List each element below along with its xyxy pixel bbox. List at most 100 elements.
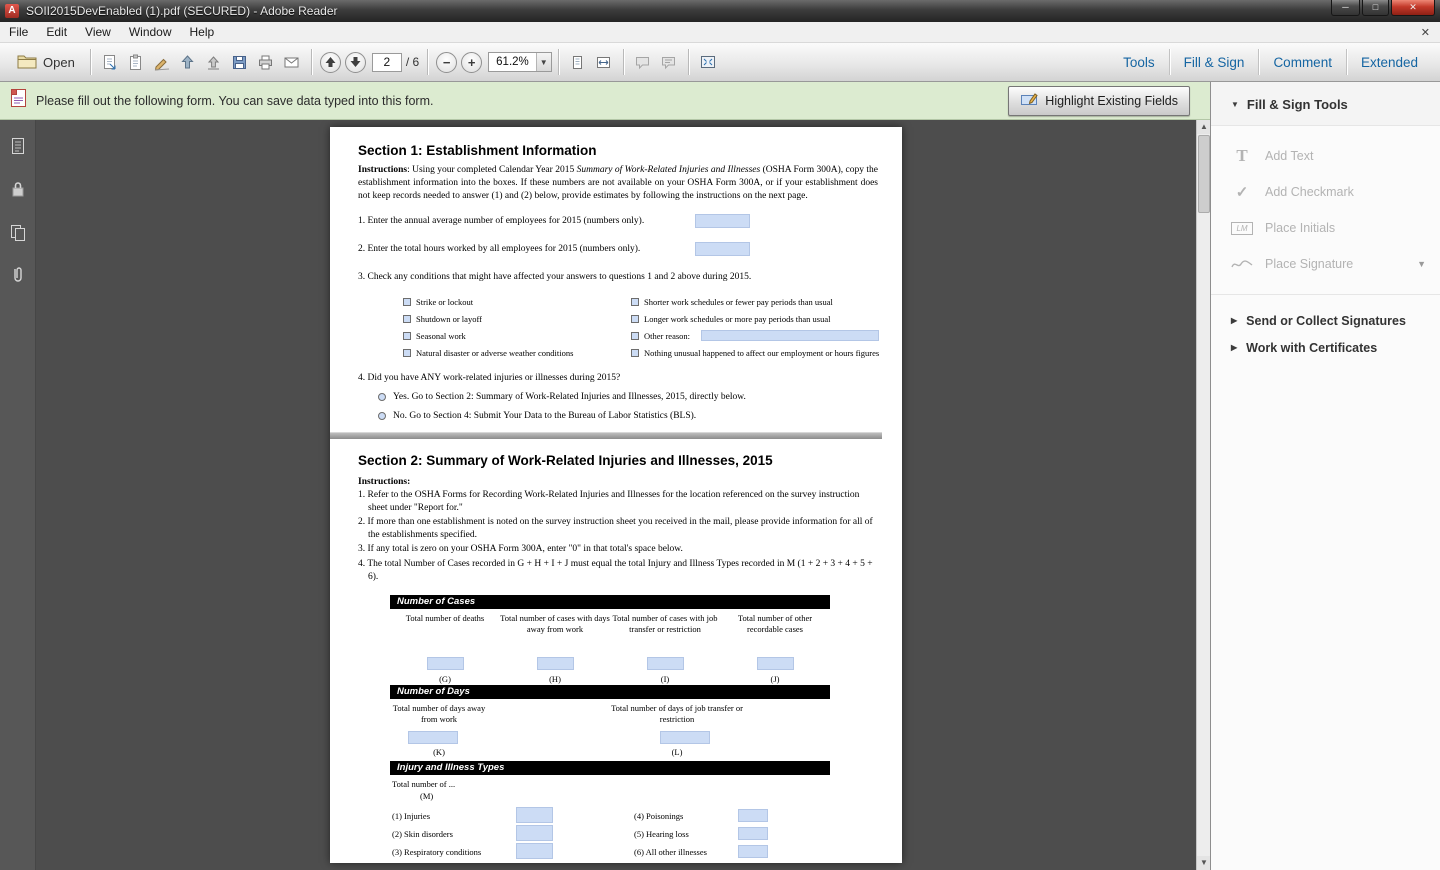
minimize-button[interactable]: ─ — [1331, 0, 1360, 16]
radio-no-row[interactable]: No. Go to Section 4: Submit Your Data to… — [378, 411, 878, 421]
place-signature-dropdown-icon[interactable]: ▼ — [1417, 259, 1426, 269]
days-transfer-label: Total number of days of job transfer or … — [602, 703, 752, 725]
checkbox-icon[interactable] — [631, 349, 639, 357]
tab-fill-sign[interactable]: Fill & Sign — [1170, 43, 1259, 81]
maximize-button[interactable]: □ — [1362, 0, 1389, 16]
days-away-cases-field[interactable] — [537, 657, 574, 670]
injuries-field[interactable] — [516, 807, 553, 823]
menu-view[interactable]: View — [76, 23, 120, 41]
export-pdf-icon[interactable] — [97, 49, 123, 75]
checkbox-label: Other reason: — [644, 331, 690, 341]
tab-tools[interactable]: Tools — [1109, 43, 1169, 81]
page-total-label: / 6 — [406, 55, 419, 69]
tool-label: Add Checkmark — [1265, 185, 1354, 199]
place-initials-tool[interactable]: LM Place Initials — [1211, 210, 1440, 246]
checkbox-seasonal-work[interactable]: Seasonal work — [403, 330, 631, 341]
zoom-in-button[interactable]: + — [461, 52, 482, 73]
checkbox-natural-disaster[interactable]: Natural disaster or adverse weather cond… — [403, 347, 631, 358]
page-number-input[interactable]: 2 — [372, 53, 402, 72]
print-icon[interactable] — [253, 49, 279, 75]
send-or-collect-signatures-link[interactable]: ▶ Send or Collect Signatures — [1211, 307, 1440, 334]
checkbox-icon[interactable] — [403, 298, 411, 306]
zoom-out-button[interactable]: − — [436, 52, 457, 73]
previous-page-button[interactable] — [320, 52, 341, 73]
checkbox-icon[interactable] — [403, 332, 411, 340]
close-document-icon[interactable]: ✕ — [1421, 26, 1430, 39]
vertical-scrollbar[interactable]: ▲ ▼ — [1196, 120, 1210, 870]
annual-average-employees-field[interactable] — [695, 214, 750, 228]
checkbox-longer-work-schedules[interactable]: Longer work schedules or more pay period… — [631, 313, 879, 324]
days-transfer-field[interactable] — [660, 731, 710, 744]
checkbox-other-reason[interactable]: Other reason: — [631, 330, 879, 341]
place-signature-tool[interactable]: Place Signature ▼ — [1211, 246, 1440, 282]
notification-message: Please fill out the following form. You … — [36, 94, 433, 108]
checkbox-icon[interactable] — [631, 315, 639, 323]
clipboard-icon[interactable] — [123, 49, 149, 75]
highlight-existing-fields-button[interactable]: Highlight Existing Fields — [1008, 86, 1190, 116]
zoom-level-select[interactable]: 61.2% ▼ — [488, 52, 552, 72]
other-reason-field[interactable] — [701, 330, 879, 341]
zoom-dropdown-icon[interactable]: ▼ — [536, 53, 551, 71]
menu-file[interactable]: File — [0, 23, 37, 41]
security-lock-icon[interactable] — [0, 172, 36, 206]
number-of-cases-section: Total number of deaths (G) Total number … — [390, 609, 830, 685]
fullscreen-icon[interactable] — [695, 49, 721, 75]
other-recordable-cases-column: Total number of other recordable cases (… — [720, 609, 830, 685]
skin-disorders-field[interactable] — [516, 825, 553, 841]
radio-yes-icon[interactable] — [378, 393, 386, 401]
open-folder-icon — [17, 53, 37, 72]
checkbox-icon[interactable] — [403, 315, 411, 323]
tab-comment[interactable]: Comment — [1259, 43, 1346, 81]
radio-yes-row[interactable]: Yes. Go to Section 2: Summary of Work-Re… — [378, 392, 878, 402]
hearing-loss-field[interactable] — [738, 827, 768, 840]
sign-pen-icon[interactable] — [149, 49, 175, 75]
instruction-item: 1. Refer to the OSHA Forms for Recording… — [358, 489, 878, 514]
page-thumbnails-icon[interactable] — [0, 129, 36, 163]
checkbox-icon[interactable] — [403, 349, 411, 357]
other-recordable-cases-field[interactable] — [757, 657, 794, 670]
add-text-tool[interactable]: T Add Text — [1211, 138, 1440, 174]
link-label: Send or Collect Signatures — [1246, 314, 1406, 328]
open-button[interactable]: Open — [8, 49, 84, 76]
radio-no-icon[interactable] — [378, 412, 386, 420]
pages-icon[interactable] — [0, 215, 36, 249]
respiratory-conditions-field[interactable] — [516, 843, 553, 859]
menu-window[interactable]: Window — [120, 23, 181, 41]
close-button[interactable]: ✕ — [1391, 0, 1435, 16]
scroll-up-icon[interactable]: ▲ — [1197, 120, 1210, 134]
total-hours-worked-field[interactable] — [695, 242, 750, 256]
menu-edit[interactable]: Edit — [37, 23, 76, 41]
highlight-text-icon[interactable] — [656, 49, 682, 75]
save-icon[interactable] — [227, 49, 253, 75]
menu-help[interactable]: Help — [181, 23, 224, 41]
fill-sign-tools-header[interactable]: ▼ Fill & Sign Tools — [1211, 82, 1440, 126]
email-icon[interactable] — [279, 49, 305, 75]
job-transfer-cases-field[interactable] — [647, 657, 684, 670]
sticky-note-icon[interactable] — [630, 49, 656, 75]
deaths-column: Total number of deaths (G) — [390, 609, 500, 685]
section2-title: Section 2: Summary of Work-Related Injur… — [358, 439, 878, 468]
upload-icon[interactable] — [201, 49, 227, 75]
checkbox-shorter-work-schedules[interactable]: Shorter work schedules or fewer pay peri… — [631, 296, 879, 307]
pdf-page: Section 1: Establishment Information Ins… — [330, 127, 902, 863]
checkbox-icon[interactable] — [631, 332, 639, 340]
days-away-field[interactable] — [408, 731, 458, 744]
all-other-illnesses-field[interactable] — [738, 845, 768, 858]
scroll-down-icon[interactable]: ▼ — [1197, 856, 1210, 870]
work-with-certificates-link[interactable]: ▶ Work with Certificates — [1211, 334, 1440, 361]
checkbox-strike-or-lockout[interactable]: Strike or lockout — [403, 296, 631, 307]
fit-width-icon[interactable] — [591, 49, 617, 75]
next-page-button[interactable] — [345, 52, 366, 73]
checkbox-icon[interactable] — [631, 298, 639, 306]
tab-extended[interactable]: Extended — [1347, 43, 1432, 81]
question1-text: 1. Enter the annual average number of em… — [358, 216, 644, 226]
checkbox-nothing-unusual[interactable]: Nothing unusual happened to affect our e… — [631, 347, 879, 358]
add-checkmark-tool[interactable]: ✓ Add Checkmark — [1211, 174, 1440, 210]
checkbox-shutdown-or-layoff[interactable]: Shutdown or layoff — [403, 313, 631, 324]
attachments-icon[interactable] — [0, 258, 36, 292]
send-icon[interactable] — [175, 49, 201, 75]
deaths-field[interactable] — [427, 657, 464, 670]
page-view-icon[interactable] — [565, 49, 591, 75]
scrollbar-thumb[interactable] — [1198, 135, 1210, 213]
poisonings-field[interactable] — [738, 809, 768, 822]
